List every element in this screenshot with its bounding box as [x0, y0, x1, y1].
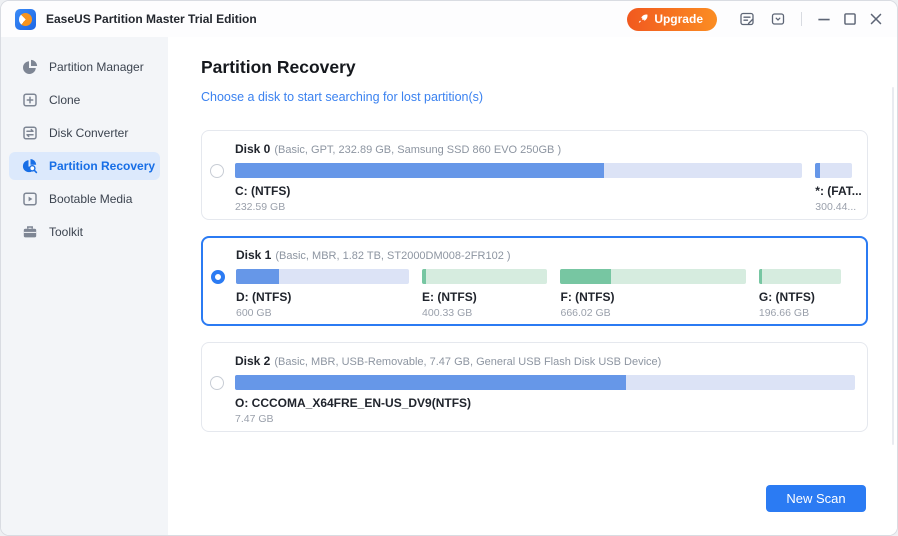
partition[interactable]: E: (NTFS) 400.33 GB [422, 269, 547, 319]
minimize-button[interactable] [815, 10, 833, 28]
sidebar-item-label: Bootable Media [49, 192, 132, 206]
clone-icon [22, 92, 38, 108]
partition-label: E: (NTFS) [422, 290, 547, 304]
partition[interactable]: D: (NTFS) 600 GB [236, 269, 409, 319]
partition-label: D: (NTFS) [236, 290, 409, 304]
feedback-icon[interactable] [739, 11, 755, 27]
scrollbar[interactable] [892, 87, 894, 445]
disk-row: O: CCCOMA_X64FRE_EN-US_DV9(NTFS) 7.47 GB [202, 375, 867, 425]
partition[interactable]: *: (FAT... 300.44... [815, 163, 852, 213]
disk-list: Disk 0 (Basic, GPT, 232.89 GB, Samsung SS… [201, 130, 868, 448]
sidebar-item-label: Partition Manager [49, 60, 144, 74]
maximize-button[interactable] [841, 10, 859, 28]
sidebar-item-label: Partition Recovery [49, 159, 155, 173]
partition-label: *: (FAT... [815, 184, 852, 198]
disk-row: C: (NTFS) 232.59 GB *: (FAT... 300.44... [202, 163, 867, 213]
partition-used-fill [235, 375, 626, 390]
app-title: EaseUS Partition Master Trial Edition [46, 12, 257, 26]
partition[interactable]: C: (NTFS) 232.59 GB [235, 163, 802, 213]
bootable-media-icon [22, 191, 38, 207]
disk-radio-disk-1[interactable] [211, 270, 225, 284]
partition-label: C: (NTFS) [235, 184, 802, 198]
partition-label: O: CCCOMA_X64FRE_EN-US_DV9(NTFS) [235, 396, 855, 410]
partition-size: 300.44... [815, 201, 852, 213]
partition-usage-bar [236, 269, 409, 284]
partition-used-fill [815, 163, 819, 178]
partition-size: 400.33 GB [422, 307, 547, 319]
disk-converter-icon [22, 125, 38, 141]
partition-used-fill [235, 163, 604, 178]
partition-list: C: (NTFS) 232.59 GB *: (FAT... 300.44... [235, 163, 855, 213]
main-content: Partition Recovery Choose a disk to star… [168, 37, 897, 535]
disk-details: (Basic, GPT, 232.89 GB, Samsung SSD 860 … [274, 144, 561, 156]
partition-list: O: CCCOMA_X64FRE_EN-US_DV9(NTFS) 7.47 GB [235, 375, 855, 425]
partition-size: 196.66 GB [759, 307, 841, 319]
partition-label: F: (NTFS) [560, 290, 745, 304]
disk-card-disk-0[interactable]: Disk 0 (Basic, GPT, 232.89 GB, Samsung SS… [201, 130, 868, 220]
close-button[interactable] [867, 10, 885, 28]
disk-radio-disk-0[interactable] [210, 164, 224, 178]
upgrade-label: Upgrade [654, 12, 703, 26]
partition-usage-bar [235, 375, 855, 390]
partition-used-fill [759, 269, 762, 284]
partition[interactable]: O: CCCOMA_X64FRE_EN-US_DV9(NTFS) 7.47 GB [235, 375, 855, 425]
partition[interactable]: F: (NTFS) 666.02 GB [560, 269, 745, 319]
sidebar-item-clone[interactable]: Clone [9, 86, 160, 114]
disk-card-disk-1[interactable]: Disk 1 (Basic, MBR, 1.82 TB, ST2000DM008-… [201, 236, 868, 326]
partition-usage-bar [815, 163, 852, 178]
disk-name: Disk 1 [236, 248, 271, 262]
sidebar-item-partition-recovery[interactable]: Partition Recovery [9, 152, 160, 180]
sidebar: Partition Manager Clone Disk Converter Part… [1, 37, 168, 535]
panel-toggle-icon[interactable] [770, 11, 786, 27]
rocket-icon [637, 13, 649, 25]
partition-used-fill [560, 269, 610, 284]
partition-label: G: (NTFS) [759, 290, 841, 304]
disk-header: Disk 0 (Basic, GPT, 232.89 GB, Samsung SS… [235, 142, 867, 156]
disk-row: D: (NTFS) 600 GB E: (NTFS) 400.33 GB F: (NTF… [203, 269, 866, 319]
page-title: Partition Recovery [201, 57, 356, 78]
partition[interactable]: G: (NTFS) 196.66 GB [759, 269, 841, 319]
disk-card-disk-2[interactable]: Disk 2 (Basic, MBR, USB-Removable, 7.47 G… [201, 342, 868, 432]
app-logo-icon [15, 9, 36, 30]
disk-name: Disk 0 [235, 142, 270, 156]
partition-used-fill [422, 269, 426, 284]
toolkit-icon [22, 224, 38, 240]
disk-header: Disk 2 (Basic, MBR, USB-Removable, 7.47 G… [235, 354, 867, 368]
partition-usage-bar [422, 269, 547, 284]
disk-details: (Basic, MBR, 1.82 TB, ST2000DM008-2FR102… [275, 250, 510, 262]
partition-recovery-icon [22, 158, 38, 174]
disk-radio-disk-2[interactable] [210, 376, 224, 390]
new-scan-button[interactable]: New Scan [766, 485, 866, 512]
sidebar-item-toolkit[interactable]: Toolkit [9, 218, 160, 246]
disk-header: Disk 1 (Basic, MBR, 1.82 TB, ST2000DM008-… [236, 248, 866, 262]
sidebar-item-label: Clone [49, 93, 80, 107]
partition-usage-bar [235, 163, 802, 178]
partition-size: 666.02 GB [560, 307, 745, 319]
sidebar-item-label: Toolkit [49, 225, 83, 239]
titlebar: EaseUS Partition Master Trial Edition Up… [1, 1, 897, 37]
partition-list: D: (NTFS) 600 GB E: (NTFS) 400.33 GB F: (NTF… [236, 269, 854, 319]
sidebar-item-bootable-media[interactable]: Bootable Media [9, 185, 160, 213]
partition-size: 7.47 GB [235, 413, 855, 425]
partition-usage-bar [759, 269, 841, 284]
sidebar-item-partition-manager[interactable]: Partition Manager [9, 53, 160, 81]
app-window: EaseUS Partition Master Trial Edition Up… [0, 0, 898, 536]
partition-size: 232.59 GB [235, 201, 802, 213]
sidebar-item-disk-converter[interactable]: Disk Converter [9, 119, 160, 147]
disk-name: Disk 2 [235, 354, 270, 368]
pie-chart-icon [22, 59, 38, 75]
upgrade-button[interactable]: Upgrade [627, 8, 717, 31]
sidebar-item-label: Disk Converter [49, 126, 128, 140]
partition-used-fill [236, 269, 279, 284]
titlebar-divider [801, 12, 802, 26]
partition-size: 600 GB [236, 307, 409, 319]
disk-details: (Basic, MBR, USB-Removable, 7.47 GB, Gen… [274, 356, 661, 368]
page-subtitle: Choose a disk to start searching for los… [201, 90, 483, 104]
partition-usage-bar [560, 269, 745, 284]
